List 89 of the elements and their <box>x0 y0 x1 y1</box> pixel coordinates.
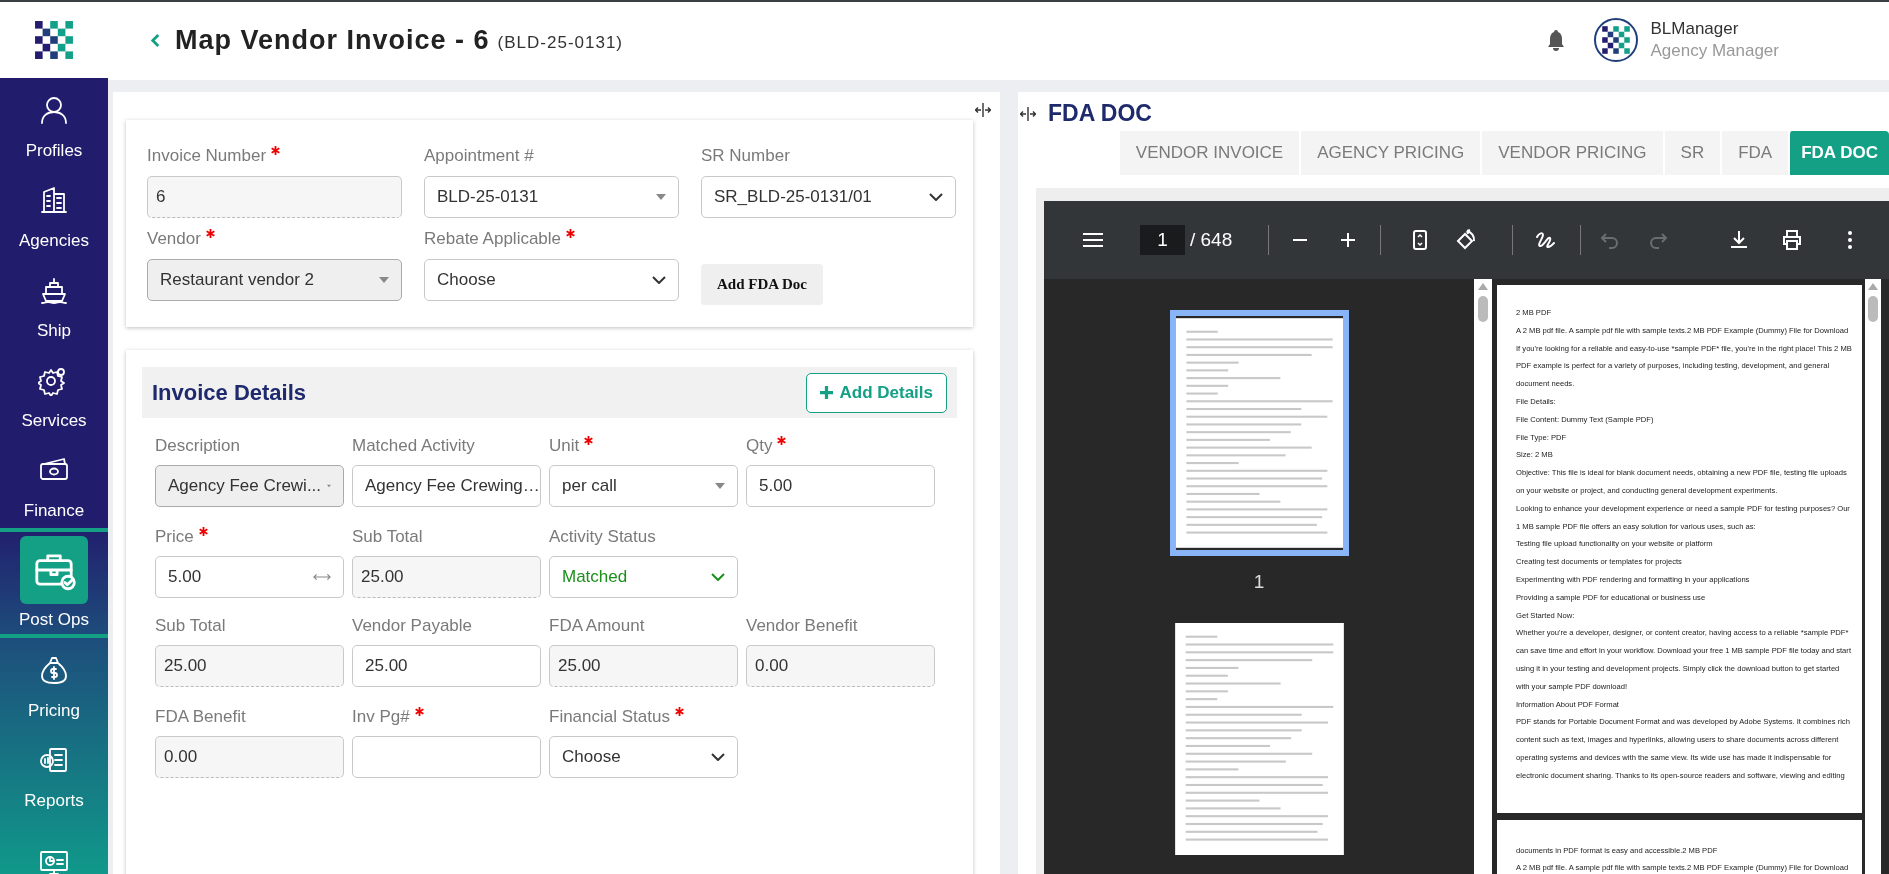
required-icon <box>198 527 208 536</box>
caret-icon <box>715 483 725 489</box>
scroll-thumb[interactable] <box>1868 296 1878 322</box>
field-label: Qty <box>746 436 935 456</box>
required-icon <box>205 229 215 238</box>
sidebar-item[interactable]: Ship <box>0 258 108 348</box>
field-label: Vendor Benefit <box>746 616 859 636</box>
sidebar-item[interactable]: Finance <box>0 438 108 528</box>
back-chevron-icon[interactable] <box>150 32 161 48</box>
field-label: Financial Status <box>549 707 738 727</box>
field-label: Sub Total <box>155 616 227 636</box>
dropdown[interactable]: SR_BLD-25-0131/01 <box>701 176 956 218</box>
dropdown[interactable]: Choose <box>549 736 738 778</box>
tab[interactable]: VENDOR PRICING <box>1480 131 1663 175</box>
field-label: FDA Amount <box>549 616 646 636</box>
field-label: FDA Benefit <box>155 707 247 727</box>
readonly-field: 25.00 <box>352 556 541 598</box>
text-field[interactable]: 5.00 <box>155 556 344 598</box>
resize-handle-icon[interactable] <box>1020 106 1036 121</box>
user-name: BLManager <box>1650 19 1740 39</box>
dropdown[interactable]: per call <box>549 465 738 507</box>
plus-icon <box>820 386 834 399</box>
page-count: / 648 <box>1190 229 1234 251</box>
bell-icon[interactable] <box>1546 29 1567 51</box>
sidebar-item[interactable]: Pricing <box>0 638 108 728</box>
caret-icon <box>656 194 666 200</box>
scroll-thumb[interactable] <box>1478 296 1488 322</box>
chevron-icon <box>929 193 943 201</box>
caret-icon <box>379 277 389 283</box>
field-label: Vendor Payable <box>352 616 474 636</box>
tab[interactable]: VENDOR INVOICE <box>1117 131 1300 175</box>
tab[interactable]: SR <box>1662 131 1721 175</box>
sidebar-item[interactable]: Reports <box>0 728 108 818</box>
dropdown[interactable]: Choose <box>424 259 679 301</box>
logo-icon <box>1600 24 1633 56</box>
readonly-field: 25.00 <box>155 645 344 687</box>
required-icon <box>414 707 424 716</box>
add-fda-doc-button[interactable]: Add FDA Doc <box>701 264 823 305</box>
required-icon <box>566 229 576 238</box>
chevron-icon <box>711 753 725 761</box>
required-icon <box>584 436 594 445</box>
sidebar-item[interactable]: Services <box>0 348 108 438</box>
required-icon <box>777 436 787 445</box>
panel-title: FDA DOC <box>1048 100 1152 127</box>
chevron-icon <box>652 276 666 284</box>
field-label: Vendor <box>147 229 402 249</box>
field-label: Activity Status <box>549 527 657 547</box>
dropdown[interactable]: Agency Fee Crewi... <box>155 465 344 507</box>
field-label: Invoice Number <box>147 146 402 166</box>
sidebar-item[interactable]: Post Ops <box>0 528 108 638</box>
field-label: Sub Total <box>352 527 424 547</box>
briefcase-icon <box>20 536 88 604</box>
field-label: Unit <box>549 436 738 456</box>
readonly-field: 6 <box>147 176 402 218</box>
required-icon <box>674 707 684 716</box>
field-label: Inv Pg# <box>352 707 541 727</box>
dropdown[interactable]: Restaurant vendor 2 <box>147 259 402 301</box>
logo-icon <box>32 18 76 62</box>
dropdown[interactable]: BLD-25-0131 <box>424 176 679 218</box>
readonly-field: 0.00 <box>155 736 344 778</box>
readonly-field: 25.00 <box>549 645 738 687</box>
print-icon[interactable] <box>1780 228 1804 252</box>
chevron-icon <box>711 573 725 581</box>
tab[interactable]: FDA <box>1720 131 1789 175</box>
tab[interactable]: AGENCY PRICING <box>1299 131 1481 175</box>
text-field[interactable] <box>352 736 541 778</box>
text-field[interactable]: 5.00 <box>746 465 935 507</box>
thumbnail-label: 1 <box>1253 571 1265 593</box>
readonly-field: 0.00 <box>746 645 935 687</box>
dropdown[interactable]: Matched <box>549 556 738 598</box>
sidebar-item[interactable]: Agencies <box>0 168 108 258</box>
sidebar-item[interactable]: Profiles <box>0 78 108 168</box>
user-role: Agency Manager <box>1650 41 1779 61</box>
field-label: Price <box>155 527 344 547</box>
field-label: SR Number <box>701 146 791 166</box>
page-title: Map Vendor Invoice - 6 <box>175 24 490 56</box>
dropdown[interactable]: Agency Fee Crewing… <box>352 465 541 507</box>
text-field[interactable]: 25.00 <box>352 645 541 687</box>
resize-handle-icon[interactable] <box>975 103 991 117</box>
required-icon <box>271 146 281 155</box>
field-label: Description <box>155 436 242 456</box>
avatar[interactable] <box>1594 18 1639 62</box>
field-label: Matched Activity <box>352 436 476 456</box>
section-title: Invoice Details <box>152 379 307 406</box>
field-label: Rebate Applicable <box>424 229 679 249</box>
page-subtitle: (BLD-25-0131) <box>497 33 624 53</box>
page-number-field[interactable]: 1 <box>1140 225 1185 255</box>
page-thumbnail[interactable] <box>1169 310 1349 556</box>
field-label: Appointment # <box>424 146 535 166</box>
